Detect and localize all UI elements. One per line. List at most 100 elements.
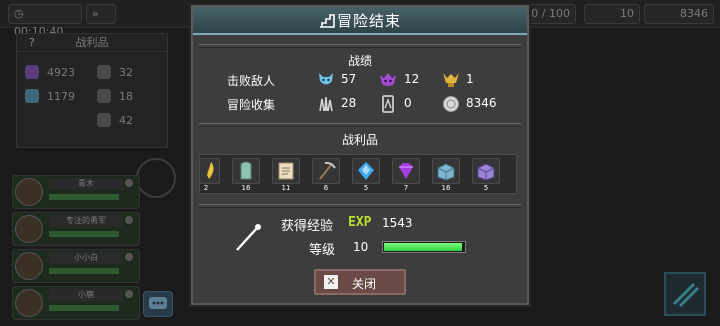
party-member-name: 专注的勇军 [49, 215, 123, 227]
loot-item[interactable]: 16 [432, 158, 460, 192]
adventure-end-dialog: 冒险结束 战绩 击败敌人 57 12 1 冒险收集 28 0 8346 战利品 [191, 5, 529, 305]
divider [199, 123, 521, 127]
collected-ore-count: 28 [341, 96, 357, 110]
defeated-blue-count: 57 [341, 72, 357, 86]
defeated-boss-count: 1 [466, 72, 474, 86]
silver-coin-icon [443, 96, 459, 112]
level-value: 10 [353, 240, 369, 254]
loot-side-panel-title: ? 战利品 [17, 34, 167, 52]
party-member-name: 青木 [49, 178, 123, 190]
speed-icon[interactable]: » [86, 4, 116, 24]
side-panel-title-text: 战利品 [75, 36, 109, 49]
user-icon [125, 290, 133, 298]
loot-slot [312, 158, 340, 184]
collected-label: 冒险收集 [227, 98, 276, 112]
help-icon[interactable]: ? [29, 34, 35, 52]
mask-icon [97, 65, 111, 79]
party-hp-bar [49, 268, 119, 274]
close-button-label: 关闭 [352, 277, 377, 291]
party-member-row[interactable]: 专注的勇军 [12, 212, 140, 246]
party-member-row[interactable]: 小鹿 [12, 286, 140, 320]
loot-count: 16 [241, 184, 251, 192]
purple-box-icon [477, 163, 495, 181]
potion-icon [25, 65, 39, 79]
loot-count: 6 [323, 184, 329, 192]
avatar [15, 178, 43, 206]
loot-section-title: 战利品 [341, 133, 378, 147]
collected-card-count: 0 [404, 96, 412, 110]
close-icon: ✕ [324, 275, 338, 289]
crystal-box-icon [437, 163, 455, 181]
flask-icon [97, 113, 111, 127]
side-stat-2: 1179 [47, 90, 75, 103]
loot-item[interactable]: 16 [232, 158, 260, 192]
side-stat-3: 32 [119, 66, 133, 79]
loot-slot [392, 158, 420, 184]
blue-gem-icon [358, 162, 374, 180]
side-stat-4: 18 [119, 90, 133, 103]
divider [199, 44, 521, 48]
loot-list[interactable]: 2 16 11 6 5 7 16 5 [199, 154, 517, 194]
golden-boss-icon [443, 73, 459, 87]
loot-slot [232, 158, 260, 184]
loot-item[interactable]: 11 [272, 158, 300, 192]
level-progress-fill [384, 243, 462, 251]
loot-item[interactable]: 7 [392, 158, 420, 192]
level-progress-bar [382, 241, 466, 253]
party-hp-bar [49, 194, 119, 200]
staff-icon [236, 224, 261, 251]
pickaxe-icon [319, 161, 336, 180]
loot-slot [272, 158, 300, 184]
coin-counter: 8346 [644, 4, 714, 24]
gem-count: 10 [620, 7, 634, 20]
scroll-icon [278, 162, 294, 180]
party-member-name: 小鹿 [49, 289, 123, 301]
side-stat-1: 4923 [47, 66, 75, 79]
party-hp-bar [49, 305, 119, 311]
loot-count: 7 [403, 184, 409, 192]
wheel-decoration [136, 158, 176, 198]
loot-slot [432, 158, 460, 184]
blue-demon-icon [319, 73, 333, 85]
loot-count: 2 [203, 184, 209, 192]
exp-tag: EXP [348, 215, 372, 230]
green-crystal-icon [240, 161, 252, 180]
question-icon [97, 89, 111, 103]
close-button[interactable]: ✕ 关闭 [314, 269, 406, 295]
loot-count: 5 [483, 184, 489, 192]
ore-cluster-icon [319, 96, 333, 112]
dialog-title: 冒险结束 [336, 12, 401, 30]
loot-slot [352, 158, 380, 184]
loot-count: 11 [281, 184, 291, 192]
collected-coin-count: 8346 [466, 96, 497, 110]
purple-demon-icon [380, 73, 396, 86]
loot-side-panel: ? 战利品 4923 1179 32 18 42 [16, 33, 168, 148]
party-member-row[interactable]: 小小白 [12, 249, 140, 283]
user-icon [125, 216, 133, 224]
coin-count: 8346 [680, 7, 708, 20]
party-member-row[interactable]: 青木 [12, 175, 140, 209]
loot-item[interactable]: 2 [200, 158, 220, 192]
loot-item[interactable]: 6 [312, 158, 340, 192]
purple-gem-icon [399, 163, 413, 179]
avatar [15, 215, 43, 243]
level-label: 等级 [309, 243, 336, 258]
user-icon [125, 253, 133, 261]
chat-button[interactable] [143, 291, 173, 317]
feather-icon [207, 162, 214, 179]
card-icon [382, 95, 394, 113]
skill-slot-button[interactable] [664, 272, 706, 316]
defeated-label: 击败敌人 [227, 74, 276, 88]
loot-count: 16 [441, 184, 451, 192]
avatar [15, 252, 43, 280]
side-stat-5: 42 [119, 114, 133, 127]
loot-item[interactable]: 5 [472, 158, 500, 192]
loot-slot [472, 158, 500, 184]
party-member-name: 小小白 [49, 252, 123, 264]
record-section-title: 战绩 [347, 54, 372, 68]
defeated-purple-count: 12 [404, 72, 420, 86]
loot-slot [200, 158, 220, 184]
skill-icon [672, 282, 700, 308]
loot-item[interactable]: 5 [352, 158, 380, 192]
timer-chip: ◷ 00:10:40 [8, 4, 82, 38]
